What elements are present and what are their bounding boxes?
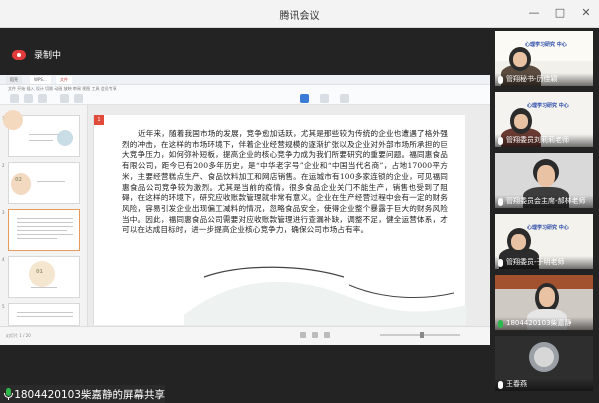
participant-name: 管翔委员刘莉莉老师 [506,136,569,144]
ribbon-tool-icon[interactable] [74,94,83,103]
microphone-icon [498,136,503,145]
ribbon-tool-icon[interactable] [340,94,349,103]
slide-thumbnail[interactable]: 2 02 [2,162,80,204]
view-sorter-icon[interactable] [312,332,318,338]
tab-wps[interactable]: WPS... [30,76,51,84]
participant-name: 管翔秘书-历佳颖 [506,75,558,83]
participant-tile[interactable]: 心理学习研究 中心 管翔委员刘莉莉老师 [495,92,593,147]
microphone-icon [498,75,503,84]
record-icon [12,49,26,60]
meeting-window: 腾讯会议 — □ ✕ 录制中 稻壳 WPS... 文件 文件 开始 插入 设计 … [0,0,599,403]
participant-tile[interactable]: 王春燕 [495,336,593,391]
slide-thumbnail[interactable]: 4 01 [2,256,80,298]
slide-paragraph[interactable]: 近年来，随着我国市场的发展，竞争愈加话跃，尤其是那些较为传统的企业也遭遇了格外强… [122,129,448,236]
participant-tile[interactable]: 1804420103柴嘉静 [495,275,593,330]
recording-indicator[interactable]: 录制中 [12,48,61,61]
microphone-icon [498,197,503,206]
microphone-active-icon [498,319,503,328]
wps-status-bar: 幻灯片 1 / 20 [0,326,490,345]
slide-page[interactable]: 1 近年来，随着我国市场的发展，竞争愈加话跃，尤其是那些较为传统的企业也遭遇了格… [93,115,466,325]
microphone-icon [498,380,503,389]
slide-thumbnail[interactable]: 5 [2,303,80,326]
ribbon-menu[interactable]: 文件 开始 插入 设计 切换 动画 放映 审阅 视图 工具 会员专享 [8,86,117,92]
ribbon-tool-icon[interactable] [60,94,69,103]
view-play-icon[interactable] [324,332,330,338]
wps-ribbon: 文件 开始 插入 设计 切换 动画 放映 审阅 视图 工具 会员专享 [0,85,490,105]
participant-name: 管翔委员-于明老师 [506,258,565,266]
ribbon-tool-icon[interactable] [10,94,19,103]
title-bar: 腾讯会议 — □ ✕ [0,0,599,28]
maximize-icon[interactable]: □ [553,6,567,20]
participant-name: 王春燕 [506,380,527,388]
view-normal-icon[interactable] [300,332,306,338]
tab-file[interactable]: 文件 [56,76,72,84]
participant-tile[interactable]: 心理学习研究 中心 管翔秘书-历佳颖 [495,31,593,86]
decorative-wave [184,266,466,325]
screen-share-view: 稻壳 WPS... 文件 文件 开始 插入 设计 切换 动画 放映 审阅 视图 … [0,75,490,345]
slide-flag: 1 [94,115,104,125]
tab-docer[interactable]: 稻壳 [6,76,22,84]
ribbon-tool-icon[interactable] [38,94,47,103]
slide-thumbnail-selected[interactable]: 3 [2,209,80,251]
participant-tile[interactable]: 管翔委员会主席-郝林老师 [495,153,593,208]
ribbon-tool-icon[interactable] [24,94,33,103]
participant-name: 管翔委员会主席-郝林老师 [506,197,586,205]
share-owner-label: 1804420103柴嘉静的屏幕共享 [14,388,165,401]
participant-name: 1804420103柴嘉静 [506,319,572,327]
slide-counter: 幻灯片 1 / 20 [6,333,31,338]
minimize-icon[interactable]: — [527,6,541,20]
slide-edit-area: 1 近年来，随着我国市场的发展，竞争愈加话跃，尤其是那些较为传统的企业也遭遇了格… [88,105,490,326]
zoom-slider[interactable] [380,332,460,338]
microphone-icon [4,388,13,400]
screen-share-label: 1804420103柴嘉静的屏幕共享 [0,385,165,403]
window-title: 腾讯会议 [279,11,320,22]
slide-thumbnail-panel: 1 2 02 3 4 [0,105,88,326]
close-icon[interactable]: ✕ [579,6,593,20]
recording-label: 录制中 [34,51,62,61]
ribbon-highlight-icon[interactable] [300,94,309,103]
ribbon-tool-icon[interactable] [320,94,329,103]
slide-thumbnail[interactable]: 1 [2,110,80,157]
wps-tab-bar: 稻壳 WPS... 文件 [0,75,490,85]
microphone-icon [498,258,503,267]
participant-tile[interactable]: 心理学习研究 中心 管翔委员-于明老师 [495,214,593,269]
